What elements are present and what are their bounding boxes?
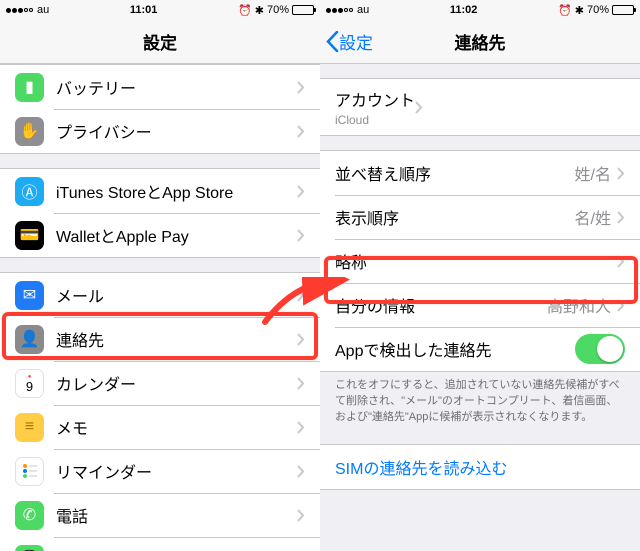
found-in-apps-toggle[interactable] — [575, 334, 625, 364]
clock: 11:01 — [49, 4, 238, 16]
row-short-name[interactable]: 略称 — [320, 239, 640, 283]
chevron-right-icon — [297, 377, 305, 390]
contacts-settings-list[interactable]: アカウントiCloud 並べ替え順序姓/名 表示順序名/姓 略称 自分の情報高野… — [320, 64, 640, 551]
row-wallet[interactable]: 💳WalletとApple Pay — [0, 213, 320, 257]
bluetooth-icon: ✱ — [255, 4, 264, 17]
row-itunes[interactable]: ⒶiTunes StoreとApp Store — [0, 169, 320, 213]
clock: 11:02 — [369, 4, 558, 16]
nav-bar: 設定 連絡先 — [320, 20, 640, 64]
row-phone[interactable]: ✆電話 — [0, 493, 320, 537]
battery-icon — [292, 5, 314, 15]
calendar-icon: ●9 — [15, 369, 44, 398]
chevron-right-icon — [617, 299, 625, 312]
chevron-right-icon — [297, 509, 305, 522]
mail-icon: ✉ — [15, 281, 44, 310]
contacts-icon: 👤 — [15, 325, 44, 354]
row-calendar[interactable]: ●9カレンダー — [0, 361, 320, 405]
alarm-icon: ⏰ — [238, 4, 252, 17]
chevron-right-icon — [297, 333, 305, 346]
chevron-right-icon — [617, 255, 625, 268]
signal-dots-icon — [6, 8, 33, 13]
page-title: 連絡先 — [455, 29, 506, 54]
carrier-label: au — [37, 4, 49, 16]
page-title: 設定 — [143, 29, 177, 54]
battery-icon — [612, 5, 634, 15]
right-screen: au 11:02 ⏰ ✱ 70% 設定 連絡先 アカウントiCloud 並べ替え… — [320, 0, 640, 551]
row-accounts[interactable]: アカウントiCloud — [320, 79, 640, 135]
carrier-label: au — [357, 4, 369, 16]
reminders-icon — [15, 457, 44, 486]
chevron-right-icon — [297, 125, 305, 138]
itunes-icon: Ⓐ — [15, 177, 44, 206]
left-screen: au 11:01 ⏰ ✱ 70% 設定 ▮バッテリー ✋プライバシー ⒶiTun… — [0, 0, 320, 551]
row-import-sim[interactable]: SIMの連絡先を読み込む — [320, 445, 640, 489]
status-bar: au 11:01 ⏰ ✱ 70% — [0, 0, 320, 20]
privacy-icon: ✋ — [15, 117, 44, 146]
chevron-right-icon — [297, 465, 305, 478]
chevron-right-icon — [297, 421, 305, 434]
row-notes[interactable]: ≡メモ — [0, 405, 320, 449]
alarm-icon: ⏰ — [558, 4, 572, 17]
found-in-apps-footer: これをオフにすると、追加されていない連絡先候補がすべて削除され、"メール"のオー… — [320, 372, 640, 426]
row-reminders[interactable]: リマインダー — [0, 449, 320, 493]
chevron-right-icon — [415, 101, 423, 114]
phone-icon: ✆ — [15, 501, 44, 530]
notes-icon: ≡ — [15, 413, 44, 442]
chevron-right-icon — [617, 167, 625, 180]
chevron-right-icon — [297, 289, 305, 302]
back-button[interactable]: 設定 — [326, 29, 373, 54]
signal-dots-icon — [326, 8, 353, 13]
row-messages[interactable]: 💬メッセージ — [0, 537, 320, 551]
nav-bar: 設定 — [0, 20, 320, 64]
status-bar: au 11:02 ⏰ ✱ 70% — [320, 0, 640, 20]
settings-list[interactable]: ▮バッテリー ✋プライバシー ⒶiTunes StoreとApp Store 💳… — [0, 64, 320, 551]
row-sort-order[interactable]: 並べ替え順序姓/名 — [320, 151, 640, 195]
row-contacts[interactable]: 👤連絡先 — [0, 317, 320, 361]
chevron-right-icon — [297, 185, 305, 198]
battery-icon: ▮ — [15, 73, 44, 102]
battery-pct: 70% — [587, 4, 609, 16]
wallet-icon: 💳 — [15, 221, 44, 250]
bluetooth-icon: ✱ — [575, 4, 584, 17]
row-battery[interactable]: ▮バッテリー — [0, 65, 320, 109]
messages-icon: 💬 — [15, 545, 44, 551]
battery-pct: 70% — [267, 4, 289, 16]
row-display-order[interactable]: 表示順序名/姓 — [320, 195, 640, 239]
chevron-right-icon — [297, 229, 305, 242]
chevron-right-icon — [617, 211, 625, 224]
row-found-in-apps: Appで検出した連絡先 — [320, 327, 640, 371]
chevron-left-icon — [326, 31, 339, 52]
row-privacy[interactable]: ✋プライバシー — [0, 109, 320, 153]
row-my-info[interactable]: 自分の情報高野和人 — [320, 283, 640, 327]
chevron-right-icon — [297, 81, 305, 94]
row-mail[interactable]: ✉メール — [0, 273, 320, 317]
